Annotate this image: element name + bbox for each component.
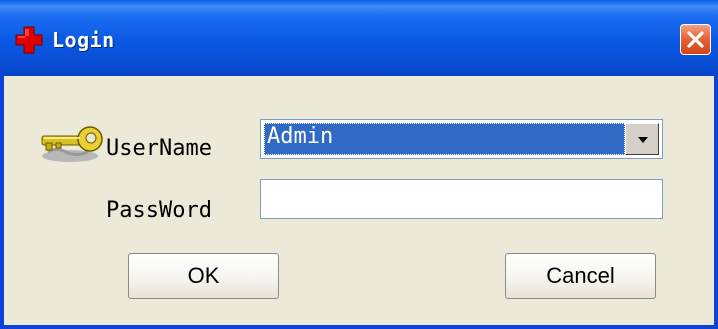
key-icon — [41, 126, 103, 162]
window-title: Login — [52, 28, 115, 52]
password-label: PassWord — [106, 198, 212, 223]
username-label: UserName — [106, 136, 212, 161]
chevron-down-icon — [638, 137, 648, 143]
dialog-body: UserName Admin PassWord OK Cancel — [4, 76, 714, 325]
password-field[interactable] — [260, 179, 663, 219]
cancel-button[interactable]: Cancel — [505, 253, 656, 299]
username-value: Admin — [267, 124, 334, 149]
close-button[interactable] — [680, 24, 711, 55]
username-combobox[interactable]: Admin — [260, 119, 663, 159]
close-icon — [687, 31, 704, 48]
title-bar[interactable]: Login — [0, 0, 718, 76]
login-dialog: Login UserName Admin PassWord OK Cancel — [0, 0, 718, 329]
dropdown-button[interactable] — [625, 123, 659, 155]
red-cross-icon — [15, 26, 43, 54]
ok-button[interactable]: OK — [128, 253, 279, 299]
